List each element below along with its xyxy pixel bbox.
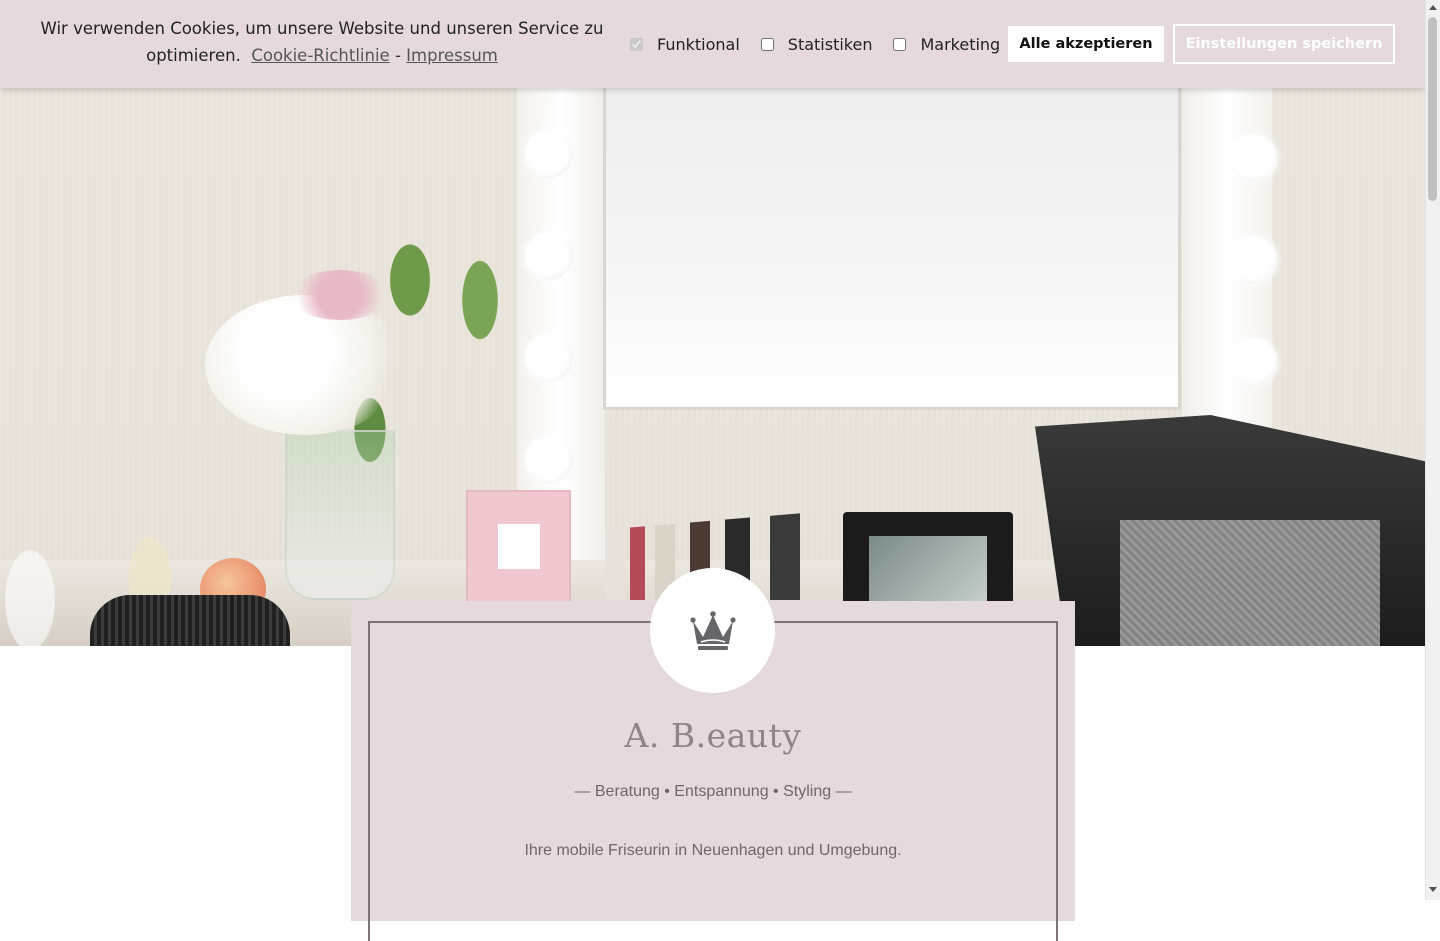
hair-brushes [90, 595, 290, 646]
glass-vase [285, 430, 395, 600]
hero-image [0, 0, 1425, 646]
cookie-link-separator: - [394, 46, 401, 65]
cookie-banner: Wir verwenden Cookies, um unsere Website… [0, 0, 1425, 88]
statistics-label: Statistiken [787, 34, 873, 54]
functional-label: Funktional [657, 34, 740, 54]
scroll-thumb[interactable] [1428, 17, 1437, 201]
mirror-bulb [1230, 134, 1278, 182]
statistics-checkbox[interactable] [760, 37, 774, 51]
cookie-option-statistics[interactable]: Statistiken [760, 34, 873, 54]
pink-photo-frame [466, 490, 571, 605]
cookie-policy-link[interactable]: Cookie-Richtlinie [251, 46, 389, 65]
brand-tagline: — Beratung • Entspannung • Styling — [574, 783, 852, 800]
vanity-mirror [603, 88, 1181, 410]
scroll-down-arrow-icon[interactable] [1429, 887, 1437, 892]
cookie-options: Funktional Statistiken Marketing [630, 33, 1021, 55]
cookie-message: Wir verwenden Cookies, um unsere Website… [40, 15, 604, 69]
cookie-option-functional[interactable]: Funktional [630, 35, 740, 54]
scroll-up-arrow-icon[interactable] [1429, 5, 1437, 10]
marketing-label: Marketing [920, 34, 1001, 54]
imprint-link[interactable]: Impressum [406, 46, 498, 65]
crown-icon [690, 611, 736, 650]
cookie-option-marketing[interactable]: Marketing [893, 35, 1000, 54]
brand-logo [650, 568, 775, 693]
pink-flowers [290, 270, 390, 320]
page-scrollbar[interactable] [1425, 0, 1440, 900]
mirror-bulb [525, 232, 573, 280]
brand-name: A. B.eauty [624, 716, 802, 755]
mirror-bulb [1230, 338, 1278, 386]
mirror-bulb [525, 436, 573, 484]
accept-all-button[interactable]: Alle akzeptieren [1008, 26, 1164, 62]
marketing-checkbox[interactable] [893, 37, 907, 51]
mirror-bulb [1230, 236, 1278, 284]
mirror-bulb [525, 130, 573, 178]
mirror-bulb [525, 334, 573, 382]
functional-checkbox[interactable] [630, 37, 643, 51]
save-settings-button[interactable]: Einstellungen speichern [1173, 24, 1395, 64]
brand-description: Ihre mobile Friseurin in Neuenhagen und … [524, 842, 902, 859]
makeup-case-inner [1120, 520, 1380, 646]
white-flowers [205, 295, 405, 435]
